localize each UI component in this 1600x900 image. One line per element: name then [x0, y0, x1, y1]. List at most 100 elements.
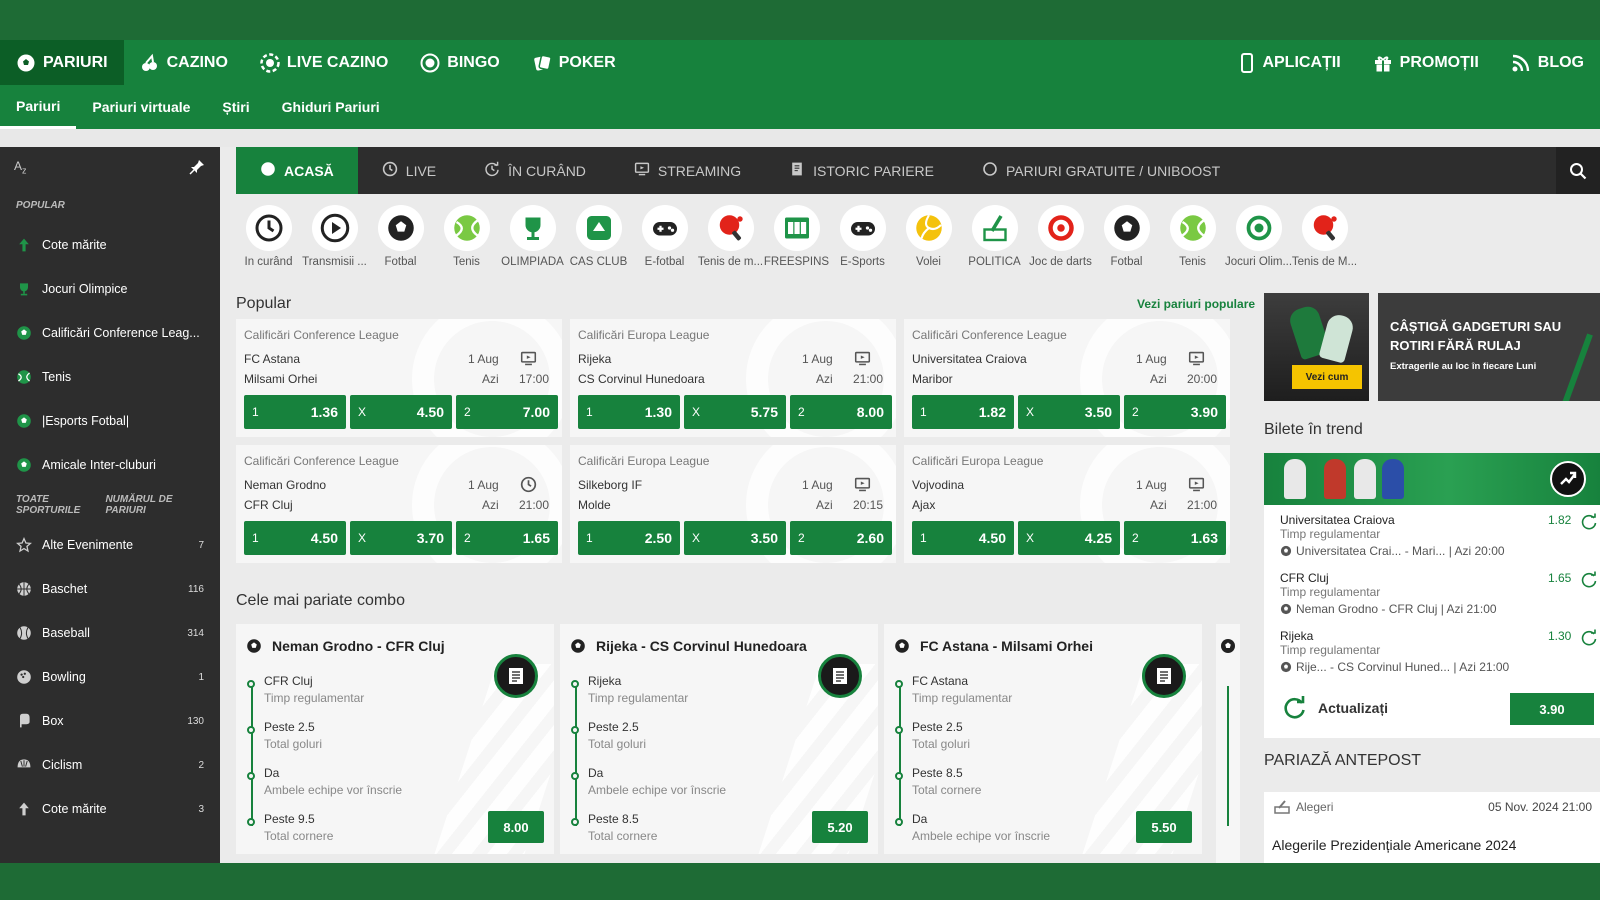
- sidebar-all-5[interactable]: Ciclism 2: [0, 743, 220, 787]
- sport-5[interactable]: CAS CLUB: [566, 205, 631, 283]
- betslip-icon[interactable]: [494, 654, 538, 698]
- sport-12[interactable]: Joc de darts: [1028, 205, 1093, 283]
- sport-9[interactable]: E-Sports: [830, 205, 895, 283]
- sidebar-all-2[interactable]: Baseball 314: [0, 611, 220, 655]
- sport-13[interactable]: Fotbal: [1094, 205, 1159, 283]
- nav-poker[interactable]: POKER: [516, 40, 632, 85]
- sidebar-popular-3[interactable]: Tenis: [0, 355, 220, 399]
- odd-button-X[interactable]: X 3.50: [1018, 395, 1120, 429]
- nav-promotii[interactable]: PROMOȚII: [1357, 40, 1495, 85]
- sidebar-popular-4[interactable]: |Esports Fotbal|: [0, 399, 220, 443]
- combo-card[interactable]: Rijeka - CS Corvinul Hunedoara Rijeka Ti…: [560, 624, 878, 854]
- sport-4[interactable]: OLIMPIADA: [500, 205, 565, 283]
- sport-16[interactable]: Tenis de M...: [1292, 205, 1357, 283]
- sidebar-all-4[interactable]: Box 130: [0, 699, 220, 743]
- sidebar-all-6[interactable]: Cote mărite 3: [0, 787, 220, 831]
- leg-selection: Da: [588, 766, 604, 780]
- match-card[interactable]: Calificări Europa League Silkeborg IF Mo…: [570, 445, 896, 563]
- sport-6[interactable]: E-fotbal: [632, 205, 697, 283]
- sidebar-all-3[interactable]: Bowling 1: [0, 655, 220, 699]
- trending-total-button[interactable]: 3.90: [1510, 693, 1594, 725]
- tab-3[interactable]: STREAMING: [610, 147, 765, 194]
- combo-line: [575, 686, 577, 826]
- tab-5[interactable]: PARIURI GRATUITE / UNIBOOST: [958, 147, 1244, 194]
- see-popular-link[interactable]: Vezi pariuri populare: [1137, 297, 1255, 311]
- swap-icon[interactable]: [1580, 629, 1598, 652]
- betslip-icon[interactable]: [818, 654, 862, 698]
- odd-button-2[interactable]: 2 8.00: [790, 395, 892, 429]
- sidebar-all-1[interactable]: Baschet 116: [0, 567, 220, 611]
- sport-15[interactable]: Jocuri Olim...: [1225, 205, 1292, 283]
- odd-button-1[interactable]: 1 2.50: [578, 521, 680, 555]
- betslip-icon[interactable]: [1142, 654, 1186, 698]
- odd-button-1[interactable]: 1 1.36: [244, 395, 346, 429]
- odd-button-1[interactable]: 1 1.30: [578, 395, 680, 429]
- tab-0[interactable]: ACASĂ: [236, 147, 358, 194]
- swap-icon[interactable]: [1580, 513, 1598, 536]
- leg-selection: Rijeka: [1280, 629, 1314, 643]
- tab-1[interactable]: LIVE: [358, 147, 460, 194]
- odd-button-2[interactable]: 2 1.63: [1124, 521, 1226, 555]
- sport-0[interactable]: În curând: [236, 205, 301, 283]
- swap-icon[interactable]: [1580, 571, 1598, 594]
- sidebar-popular-2[interactable]: Calificări Conference Leag...: [0, 311, 220, 355]
- tab-2[interactable]: ÎN CURÂND: [460, 147, 610, 194]
- sidebar-popular-5[interactable]: Amicale Inter-cluburi: [0, 443, 220, 487]
- sport-7[interactable]: Tenis de m...: [698, 205, 763, 283]
- nav-aplicatii[interactable]: APLICAȚII: [1223, 40, 1356, 85]
- sport-14[interactable]: Tenis: [1160, 205, 1225, 283]
- tab-4[interactable]: ISTORIC PARIERE: [765, 147, 958, 194]
- subnav-pariuri-virtuale[interactable]: Pariuri virtuale: [76, 85, 206, 129]
- combo-card[interactable]: FC Astana - Milsami Orhei FC Astana Timp…: [884, 624, 1202, 854]
- combo-card-peek[interactable]: [1216, 624, 1240, 863]
- rss-icon: [1512, 54, 1529, 71]
- odd-button-1[interactable]: 1 4.50: [244, 521, 346, 555]
- sport-2[interactable]: Fotbal: [368, 205, 433, 283]
- odd-button-2[interactable]: 2 1.65: [456, 521, 558, 555]
- sort-az-button[interactable]: Az: [14, 158, 27, 176]
- odd-button-1[interactable]: 1 1.82: [912, 395, 1014, 429]
- nav-pariuri[interactable]: PARIURI: [0, 40, 124, 85]
- antepost-card[interactable]: Alegeri 05 Nov. 2024 21:00 Alegerile Pre…: [1264, 792, 1600, 864]
- match-card[interactable]: Calificări Conference League Universitat…: [904, 319, 1230, 437]
- sport-label: Fotbal: [1110, 256, 1143, 268]
- sport-3[interactable]: Tenis: [434, 205, 499, 283]
- odd-button-1[interactable]: 1 4.50: [912, 521, 1014, 555]
- odd-button-2[interactable]: 2 2.60: [790, 521, 892, 555]
- sidebar-popular-1[interactable]: Jocuri Olimpice: [0, 267, 220, 311]
- promo-image[interactable]: Vezi cum: [1264, 293, 1369, 401]
- match-card[interactable]: Calificări Conference League Neman Grodn…: [236, 445, 562, 563]
- refresh-button[interactable]: Actualizați: [1282, 695, 1388, 721]
- nav-cazino[interactable]: CAZINO: [124, 40, 244, 85]
- odd-button-X[interactable]: X 3.70: [350, 521, 452, 555]
- sidebar-all-0[interactable]: Alte Evenimente 7: [0, 523, 220, 567]
- odd-button-X[interactable]: X 4.25: [1018, 521, 1120, 555]
- combo-odds-button[interactable]: 5.20: [812, 811, 868, 843]
- promo-see-button[interactable]: Vezi cum: [1292, 365, 1362, 389]
- match-card[interactable]: Calificări Conference League FC Astana M…: [236, 319, 562, 437]
- odd-button-X[interactable]: X 5.75: [684, 395, 786, 429]
- sidebar-popular-0[interactable]: Cote mărite: [0, 223, 220, 267]
- pin-icon[interactable]: [188, 158, 206, 176]
- match-card[interactable]: Calificări Europa League Vojvodina Ajax …: [904, 445, 1230, 563]
- subnav-pariuri[interactable]: Pariuri: [0, 85, 77, 129]
- promo-banner[interactable]: CÂȘTIGĂ GADGETURI SAU ROTIRI FĂRĂ RULAJ …: [1378, 293, 1600, 401]
- sport-11[interactable]: POLITICA: [962, 205, 1027, 283]
- nav-live-cazino[interactable]: LIVE CAZINO: [244, 40, 404, 85]
- combo-odds-button[interactable]: 5.50: [1136, 811, 1192, 843]
- combo-odds-button[interactable]: 8.00: [488, 811, 544, 843]
- odd-button-2[interactable]: 2 7.00: [456, 395, 558, 429]
- odd-button-X[interactable]: X 3.50: [684, 521, 786, 555]
- odd-button-2[interactable]: 2 3.90: [1124, 395, 1226, 429]
- sport-1[interactable]: Transmisii ...: [302, 205, 367, 283]
- nav-bingo[interactable]: BINGO: [404, 40, 515, 85]
- subnav-ghiduri[interactable]: Ghiduri Pariuri: [266, 85, 396, 129]
- nav-blog[interactable]: BLOG: [1495, 40, 1600, 85]
- combo-card[interactable]: Neman Grodno - CFR Cluj CFR Cluj Timp re…: [236, 624, 554, 854]
- match-card[interactable]: Calificări Europa League Rijeka CS Corvi…: [570, 319, 896, 437]
- search-button[interactable]: [1556, 147, 1600, 194]
- sport-8[interactable]: FREESPINS: [764, 205, 829, 283]
- odd-button-X[interactable]: X 4.50: [350, 395, 452, 429]
- subnav-stiri[interactable]: Știri: [206, 85, 265, 129]
- sport-10[interactable]: Volei: [896, 205, 961, 283]
